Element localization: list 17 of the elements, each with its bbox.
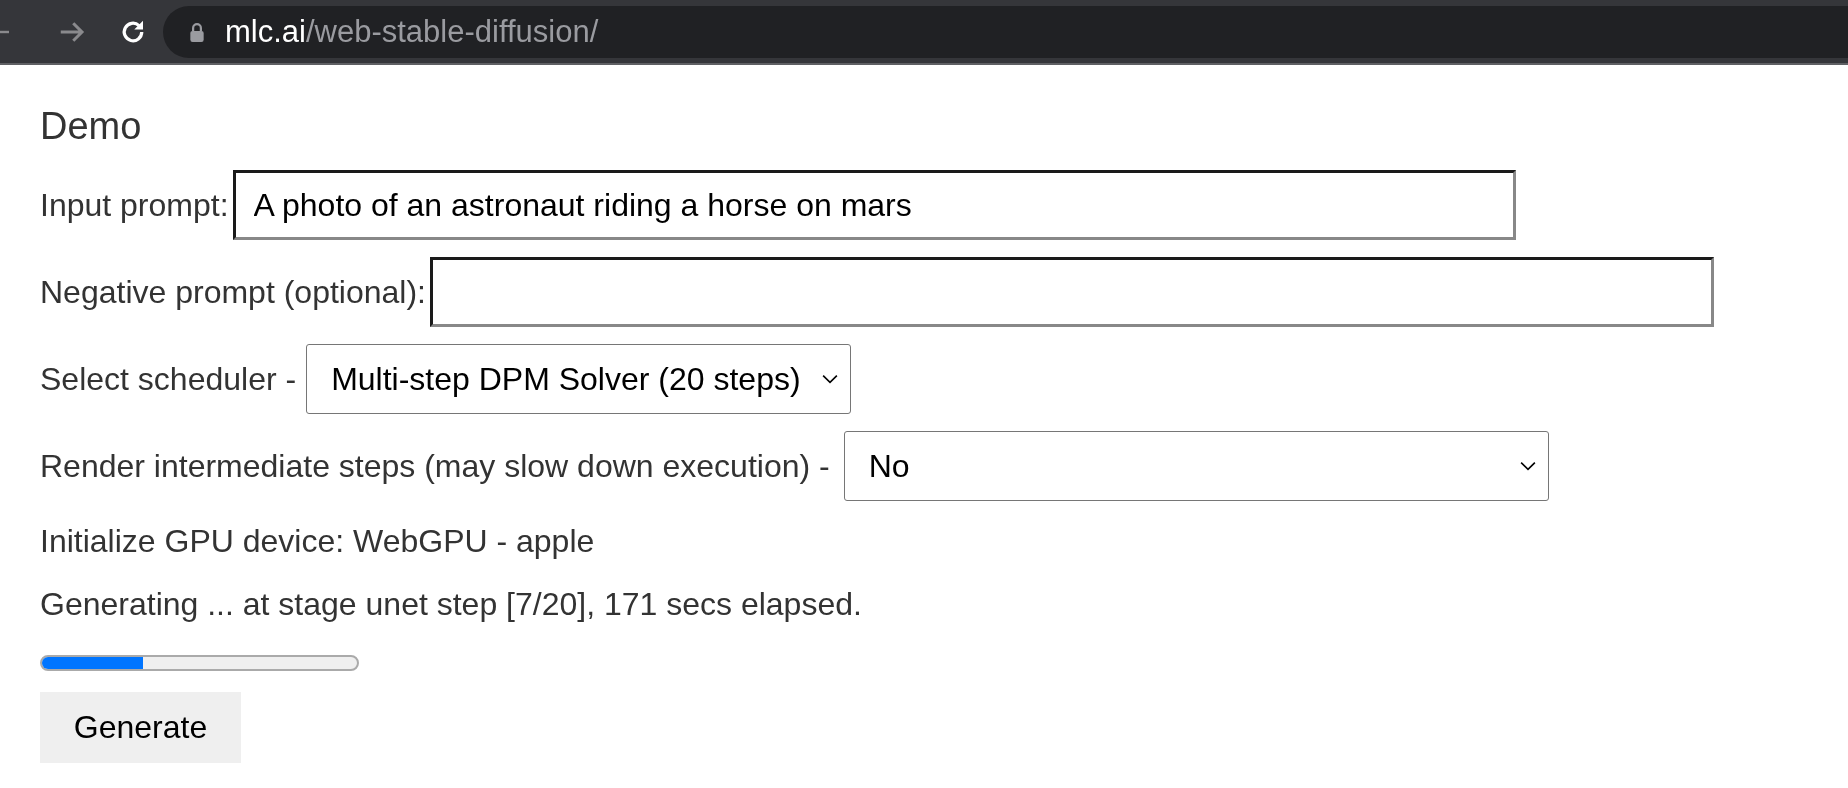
- status-text: Initialize GPU device: WebGPU - apple: [40, 523, 596, 560]
- text-field[interactable]: [429, 257, 1714, 327]
- field-label: Select scheduler -: [40, 360, 297, 398]
- field-label: Render intermediate steps (may slow down execution) -: [40, 447, 830, 485]
- address-bar[interactable]: mlc.ai/web-stable-diffusion/: [163, 5, 1848, 58]
- lock-icon: [189, 21, 205, 42]
- text-field[interactable]: A photo of an astronaut riding a horse on mars: [232, 170, 1516, 240]
- page-heading: Demo: [40, 105, 143, 148]
- dropdown[interactable]: No: [843, 431, 1549, 501]
- field-label: Negative prompt (optional):: [40, 273, 426, 311]
- generate-button[interactable]: Generate: [40, 692, 241, 763]
- url-text: mlc.ai/web-stable-diffusion/: [225, 13, 599, 50]
- field-label: Input prompt:: [40, 186, 229, 224]
- status-text: Generating ... at stage unet step [7/20], 171 secs elapsed.: [40, 586, 863, 623]
- dropdown[interactable]: Multi-step DPM Solver (20 steps): [306, 344, 852, 414]
- chevron-down-icon: [822, 374, 839, 384]
- chevron-down-icon: [1519, 461, 1536, 471]
